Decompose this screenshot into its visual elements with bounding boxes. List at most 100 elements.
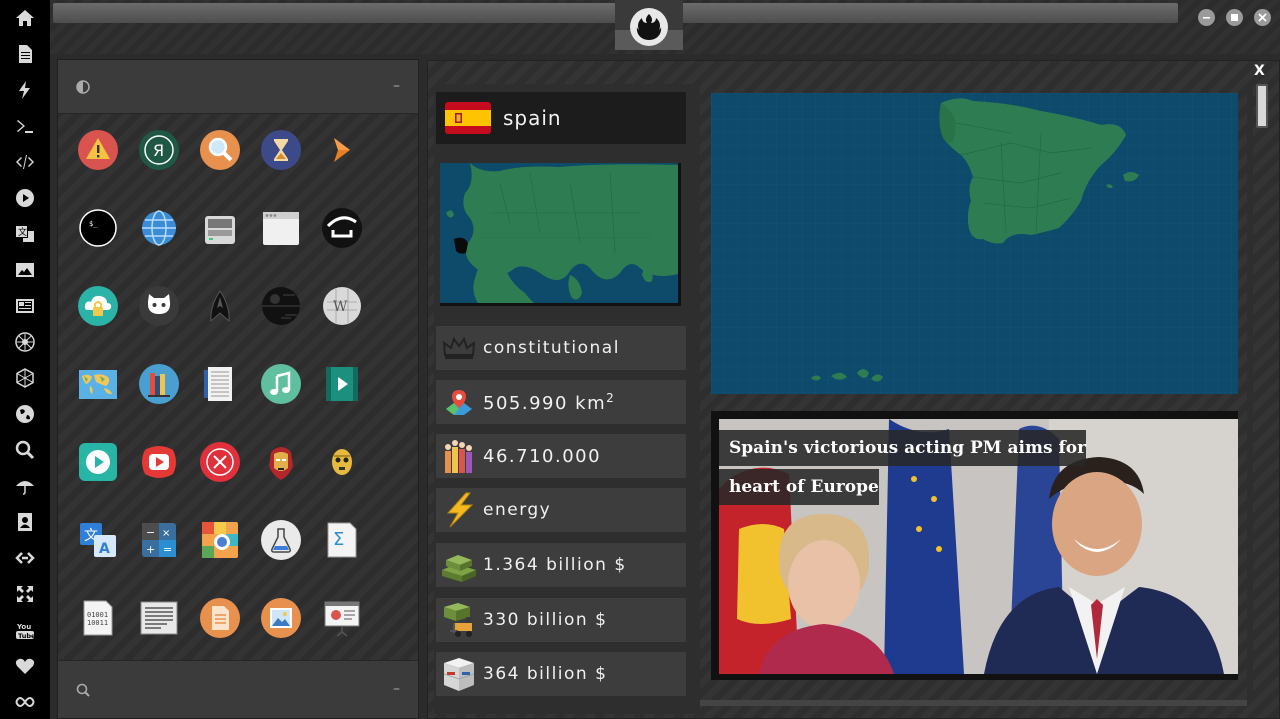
minimize-button[interactable] [1198, 9, 1215, 26]
svg-text:Tube: Tube [18, 632, 35, 640]
spain-flag-icon [445, 102, 491, 134]
area-number: 505.990 km [483, 392, 607, 414]
drawer-search-icon[interactable] [76, 683, 90, 697]
globe-icon[interactable] [0, 399, 50, 429]
github-icon[interactable] [139, 286, 179, 326]
terminal-app-icon[interactable]: $_ [78, 208, 118, 248]
starfleet-icon[interactable] [200, 286, 240, 326]
stat-government: constitutional [436, 326, 686, 370]
drawer-footer: – [58, 660, 418, 718]
exports-value: 330 billion $ [483, 610, 608, 630]
wikipedia-icon[interactable]: W [322, 286, 362, 326]
news-headline[interactable]: Spain's victorious acting PM aims for he… [719, 429, 1099, 507]
shipping-boxes-icon [439, 654, 479, 694]
document-icon[interactable] [0, 39, 50, 69]
area-unit-superscript: 2 [606, 390, 616, 405]
death-star-icon[interactable] [261, 286, 301, 326]
bolt-icon[interactable] [0, 75, 50, 105]
svg-text:You: You [16, 623, 31, 631]
drawer-footer-minimize-button[interactable]: – [393, 681, 400, 697]
text-editor-icon[interactable] [139, 598, 179, 638]
hourglass-icon[interactable] [261, 130, 301, 170]
svg-text:+: + [146, 543, 155, 556]
books-icon[interactable] [139, 364, 179, 404]
country-header: spain [436, 92, 686, 144]
document-list-icon[interactable] [200, 364, 240, 404]
play-icon[interactable] [0, 183, 50, 213]
search-app-icon[interactable] [200, 130, 240, 170]
panel-close-button[interactable]: X [1254, 63, 1265, 79]
translate-icon[interactable]: 文 [0, 219, 50, 249]
stat-exports: 330 billion $ [436, 598, 686, 642]
svg-text:=: = [163, 543, 172, 556]
scanner-icon[interactable] [200, 208, 240, 248]
left-sidebar: 文 You Tube [0, 0, 50, 719]
rebel-icon[interactable] [0, 327, 50, 357]
contact-icon[interactable] [0, 507, 50, 537]
media-player-icon[interactable] [78, 442, 118, 482]
country-map[interactable] [711, 93, 1238, 394]
svg-text:10011: 10011 [87, 619, 108, 627]
file-icon[interactable] [200, 598, 240, 638]
svg-text:W: W [333, 299, 348, 315]
stat-gdp: 1.364 billion $ [436, 543, 686, 587]
imports-value: 364 billion $ [483, 664, 608, 684]
binary-file-icon[interactable]: 01001 10011 [78, 598, 118, 638]
arrow-app-icon[interactable] [322, 130, 362, 170]
window-app-icon[interactable] [261, 208, 301, 248]
panel-divider [1247, 84, 1253, 700]
sigma-doc-icon[interactable]: Σ [322, 520, 362, 560]
photo-browser-icon[interactable] [200, 520, 240, 560]
country-name: spain [503, 106, 562, 130]
news-icon[interactable] [0, 291, 50, 321]
c3po-icon[interactable] [322, 442, 362, 482]
flask-icon[interactable] [261, 520, 301, 560]
presentation-icon[interactable] [322, 598, 362, 638]
code-icon[interactable] [0, 147, 50, 177]
sector-value: energy [483, 500, 552, 520]
translate-app-icon[interactable]: 文A [78, 520, 118, 560]
close-button[interactable] [1254, 9, 1271, 26]
world-map-icon[interactable] [78, 364, 118, 404]
globe-app-icon[interactable] [139, 208, 179, 248]
location-mini-map[interactable] [440, 163, 681, 306]
fullscreen-icon[interactable] [0, 579, 50, 609]
warning-icon[interactable] [78, 130, 118, 170]
yandex-icon[interactable]: Я [139, 130, 179, 170]
rebel-alliance-icon[interactable] [630, 8, 668, 46]
drawer-minimize-button[interactable]: – [393, 78, 400, 94]
svg-text:A: A [99, 541, 110, 557]
maximize-button[interactable] [1226, 9, 1243, 26]
link-icon[interactable] [0, 543, 50, 573]
search-icon[interactable] [0, 435, 50, 465]
video-icon[interactable] [322, 364, 362, 404]
news-headline-text: Spain's victorious acting PM aims for he… [719, 430, 1087, 505]
svg-text:$_: $_ [89, 220, 98, 228]
panel-bottom-bar [700, 700, 1247, 706]
home-icon[interactable] [0, 3, 50, 33]
image-icon[interactable] [0, 255, 50, 285]
cancel-icon[interactable] [200, 442, 240, 482]
population-value: 46.710.000 [483, 445, 602, 467]
panel-scrollbar[interactable] [1256, 84, 1268, 128]
stat-area: 505.990 km2 [436, 380, 686, 424]
heart-icon[interactable] [0, 651, 50, 681]
ubuntu-app-icon[interactable] [322, 208, 362, 248]
population-icon [439, 436, 479, 476]
terminal-icon[interactable] [0, 111, 50, 141]
svg-text:×: × [162, 528, 170, 539]
iron-man-icon[interactable] [261, 442, 301, 482]
hexagon-icon[interactable] [0, 363, 50, 393]
youtube-app-icon[interactable] [139, 442, 179, 482]
umbrella-icon[interactable] [0, 471, 50, 501]
svg-text:01001: 01001 [87, 611, 108, 619]
contrast-icon[interactable] [76, 80, 90, 94]
music-icon[interactable] [261, 364, 301, 404]
youtube-icon[interactable]: You Tube [0, 615, 50, 645]
infinity-icon[interactable] [0, 687, 50, 717]
cloud-lock-icon[interactable] [78, 286, 118, 326]
calculator-icon[interactable]: − × + = [139, 520, 179, 560]
money-stack-icon [439, 545, 479, 585]
svg-text:Σ: Σ [333, 529, 344, 550]
image-viewer-icon[interactable] [261, 598, 301, 638]
